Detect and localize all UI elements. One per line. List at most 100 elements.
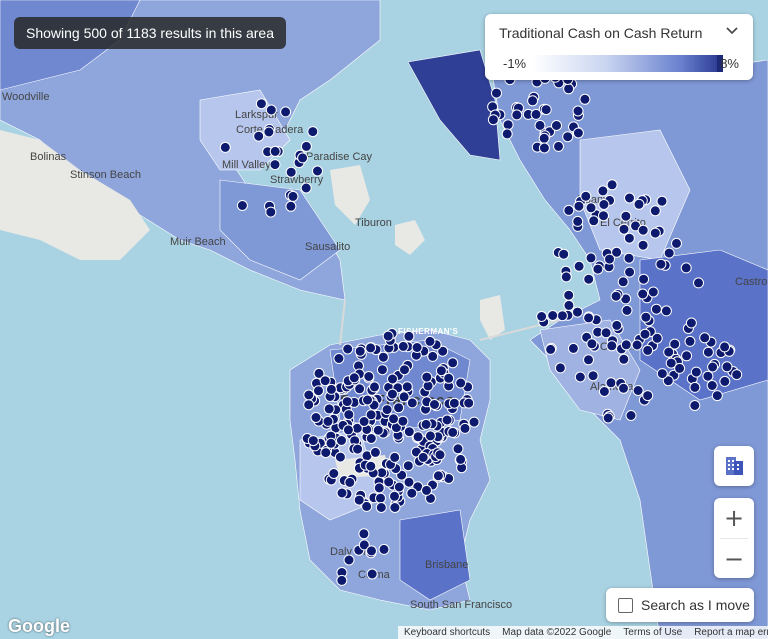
listing-marker[interactable] [269,159,281,171]
listing-marker[interactable] [580,190,592,202]
listing-marker[interactable] [369,446,381,458]
listing-marker[interactable] [307,126,319,138]
keyboard-shortcuts-link[interactable]: Keyboard shortcuts [398,627,496,638]
listing-marker[interactable] [397,340,409,352]
listing-marker[interactable] [452,443,464,455]
listing-marker[interactable] [441,414,453,426]
listing-marker[interactable] [620,210,632,222]
listing-marker[interactable] [551,120,562,131]
listing-marker[interactable] [322,415,334,427]
listing-marker[interactable] [527,95,539,107]
listing-marker[interactable] [680,262,692,274]
listing-marker[interactable] [455,377,467,389]
listing-marker[interactable] [663,247,675,259]
listing-marker[interactable] [706,380,718,391]
listing-marker[interactable] [219,141,231,153]
listing-marker[interactable] [597,185,609,197]
listing-marker[interactable] [312,165,323,177]
listing-marker[interactable] [633,198,645,210]
listing-marker[interactable] [637,288,649,300]
listing-marker[interactable] [366,568,378,580]
listing-marker[interactable] [707,361,719,373]
listing-marker[interactable] [579,93,591,105]
listing-marker[interactable] [611,319,623,331]
listing-marker[interactable] [412,431,424,443]
listing-marker[interactable] [325,437,337,449]
listing-marker[interactable] [606,179,618,191]
listing-marker[interactable] [402,460,414,472]
listing-marker[interactable] [690,366,702,378]
listing-marker[interactable] [572,215,584,227]
listing-marker[interactable] [606,340,618,352]
listing-marker[interactable] [358,528,370,540]
listing-marker[interactable] [463,397,475,409]
listing-marker[interactable] [558,248,570,260]
listing-marker[interactable] [333,353,345,364]
listing-marker[interactable] [689,381,701,393]
listing-marker[interactable] [265,206,277,218]
listing-marker[interactable] [621,304,633,316]
listing-marker[interactable] [585,202,597,214]
listing-marker[interactable] [300,140,312,152]
listing-marker[interactable] [674,362,686,374]
listing-marker[interactable] [656,368,668,380]
listing-marker[interactable] [403,330,415,342]
listing-marker[interactable] [585,252,597,264]
listing-marker[interactable] [365,342,377,354]
legend-panel[interactable]: Traditional Cash on Cash Return -1% 8% [485,14,753,80]
listing-marker[interactable] [336,574,348,586]
report-map-error-link[interactable]: Report a map error [688,627,768,638]
listing-marker[interactable] [618,353,630,365]
listing-marker[interactable] [343,409,355,421]
listing-marker[interactable] [651,332,663,344]
listing-marker[interactable] [649,227,661,239]
listing-marker[interactable] [354,383,366,395]
listing-marker[interactable] [563,83,575,95]
listing-marker[interactable] [421,484,432,496]
listing-marker[interactable] [562,131,574,143]
listing-marker[interactable] [269,145,281,157]
listing-marker[interactable] [642,344,654,356]
listing-marker[interactable] [319,375,331,387]
listing-marker[interactable] [572,306,583,318]
listing-marker[interactable] [640,311,652,323]
listing-marker[interactable] [545,343,557,355]
listing-marker[interactable] [253,130,265,142]
listing-marker[interactable] [592,263,604,275]
listing-marker[interactable] [342,424,354,436]
listing-marker[interactable] [573,200,585,212]
listing-marker[interactable] [417,451,429,463]
listing-marker[interactable] [424,430,436,442]
listing-marker[interactable] [536,311,548,322]
listing-marker[interactable] [285,166,297,178]
listing-marker[interactable] [602,412,614,424]
listing-marker[interactable] [540,104,552,116]
listing-marker[interactable] [393,402,405,414]
listing-marker[interactable] [348,372,360,384]
listing-marker[interactable] [343,554,355,566]
listing-marker[interactable] [721,361,733,373]
listing-marker[interactable] [369,381,380,393]
listing-marker[interactable] [617,276,629,288]
listing-marker[interactable] [341,396,353,408]
listing-marker[interactable] [236,200,248,211]
listing-marker[interactable] [427,350,439,362]
listing-marker[interactable] [610,290,622,302]
listing-marker[interactable] [287,190,299,202]
listing-marker[interactable] [624,266,636,278]
listing-marker[interactable] [642,390,654,402]
listing-marker[interactable] [699,332,711,344]
listing-marker[interactable] [487,114,499,126]
listing-marker[interactable] [649,205,661,217]
listing-marker[interactable] [389,451,401,463]
listing-marker[interactable] [567,342,579,354]
zoom-in-button[interactable]: + [714,498,754,538]
listing-marker[interactable] [598,386,610,397]
listing-marker[interactable] [401,381,413,393]
listing-marker[interactable] [711,390,723,402]
search-as-i-move-toggle[interactable]: Search as I move [606,588,754,622]
building-layer-button[interactable] [714,446,754,486]
listing-marker[interactable] [554,362,566,374]
listing-marker[interactable] [389,490,400,502]
listing-marker[interactable] [406,487,418,499]
